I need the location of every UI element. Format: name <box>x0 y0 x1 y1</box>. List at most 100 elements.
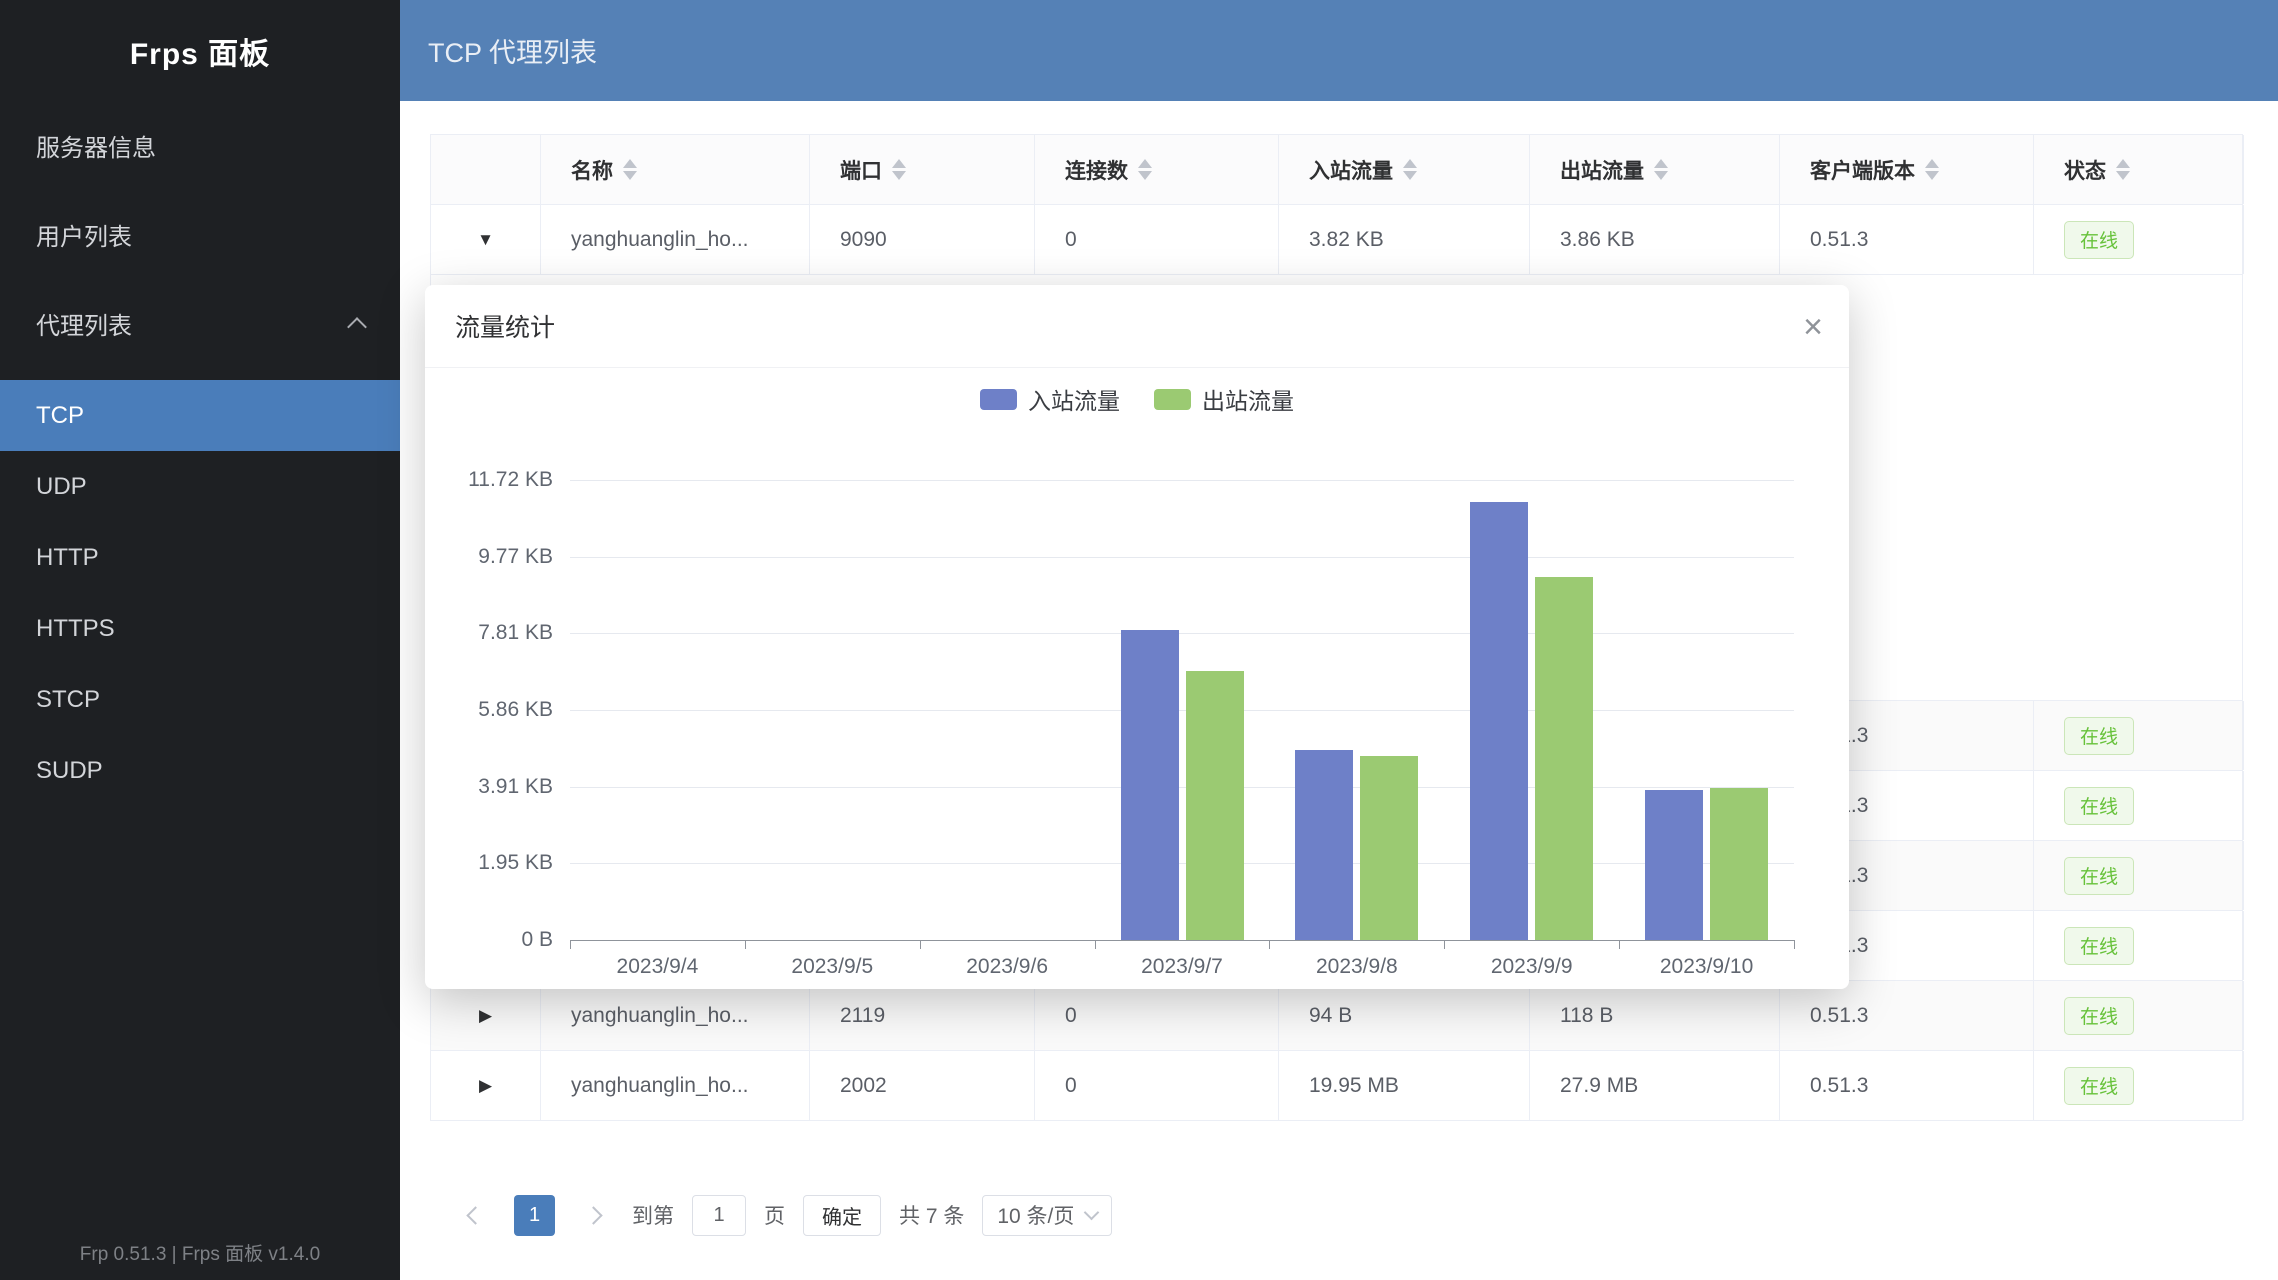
submenu-label: STCP <box>36 686 100 714</box>
cell-connections: 0 <box>1035 981 1279 1050</box>
sort-icon[interactable] <box>1403 159 1417 180</box>
chevron-left-icon <box>466 1206 484 1224</box>
chart-gridline <box>570 557 1794 558</box>
page-unit-label: 页 <box>764 1200 785 1230</box>
column-header-2[interactable]: 连接数 <box>1035 135 1279 204</box>
sidebar-item-tcp[interactable]: TCP <box>0 380 400 451</box>
chart-gridline <box>570 480 1794 481</box>
dialog-body: 入站流量 出站流量 0 B1.95 KB3.91 KB5.86 KB7.81 K… <box>425 368 1849 989</box>
expand-row-button[interactable]: ▶ <box>431 1051 541 1120</box>
sort-icon[interactable] <box>892 159 906 180</box>
status-badge: 在线 <box>2064 857 2134 895</box>
x-axis-tick <box>1794 940 1795 949</box>
cell-status: 在线 <box>2034 911 2244 980</box>
page-size-select[interactable]: 10 条/页 <box>982 1195 1112 1236</box>
cell-status: 在线 <box>2034 205 2244 274</box>
table-row: ▶yanghuanglin_ho...2119094 B118 B0.51.3在… <box>431 981 2242 1051</box>
cell-client_version: 0.51.3 <box>1780 1051 2034 1120</box>
prev-page-button[interactable] <box>455 1195 496 1236</box>
chevron-down-icon <box>1084 1205 1100 1221</box>
sidebar-item-label: 服务器信息 <box>36 128 156 163</box>
collapse-row-button[interactable]: ▼ <box>431 205 541 274</box>
sidebar-item-https[interactable]: HTTPS <box>0 593 400 664</box>
topbar: TCP 代理列表 <box>400 0 2278 101</box>
x-axis-tick <box>920 940 921 949</box>
column-header-0[interactable]: 名称 <box>541 135 810 204</box>
dialog-title: 流量统计 <box>455 308 555 344</box>
chart-gridline <box>570 787 1794 788</box>
caret-down-icon <box>623 171 637 180</box>
outbound-bar <box>1360 756 1418 940</box>
sort-icon[interactable] <box>1925 159 1939 180</box>
caret-up-icon <box>623 159 637 168</box>
caret-up-icon <box>1138 159 1152 168</box>
status-badge: 在线 <box>2064 997 2134 1035</box>
status-badge: 在线 <box>2064 927 2134 965</box>
sidebar-item-http[interactable]: HTTP <box>0 522 400 593</box>
outbound-bar <box>1535 577 1593 940</box>
caret-down-icon <box>1403 171 1417 180</box>
sort-icon[interactable] <box>1654 159 1668 180</box>
cell-client_version: 0.51.3 <box>1780 205 2034 274</box>
next-page-button[interactable] <box>573 1195 614 1236</box>
sidebar-item-proxy-list[interactable]: 代理列表 <box>0 279 400 368</box>
pagination: 1 到第 页 确定 共 7 条 10 条/页 <box>455 1185 1112 1245</box>
x-axis-tick-label: 2023/9/9 <box>1444 953 1619 981</box>
column-header-1[interactable]: 端口 <box>810 135 1035 204</box>
sort-icon[interactable] <box>623 159 637 180</box>
traffic-bar-chart: 0 B1.95 KB3.91 KB5.86 KB7.81 KB9.77 KB11… <box>425 368 1849 989</box>
inbound-bar <box>1295 750 1353 940</box>
cell-port: 9090 <box>810 205 1035 274</box>
sidebar-item-sudp[interactable]: SUDP <box>0 735 400 806</box>
sidebar-item-udp[interactable]: UDP <box>0 451 400 522</box>
table-row: ▶yanghuanglin_ho...2002019.95 MB27.9 MB0… <box>431 1051 2242 1121</box>
chart-gridline <box>570 633 1794 634</box>
cell-name: yanghuanglin_ho... <box>541 981 810 1050</box>
column-header-5[interactable]: 客户端版本 <box>1780 135 2034 204</box>
x-axis-line <box>570 940 1794 941</box>
submenu-label: TCP <box>36 402 84 430</box>
cell-status: 在线 <box>2034 1051 2244 1120</box>
caret-up-icon <box>1403 159 1417 168</box>
confirm-button[interactable]: 确定 <box>803 1195 881 1236</box>
status-badge: 在线 <box>2064 787 2134 825</box>
sidebar-item-user-list[interactable]: 用户列表 <box>0 190 400 279</box>
cell-name: yanghuanglin_ho... <box>541 205 810 274</box>
sort-icon[interactable] <box>2116 159 2130 180</box>
expand-row-button[interactable]: ▶ <box>431 981 541 1050</box>
inbound-bar <box>1121 630 1179 940</box>
x-axis-tick <box>1619 940 1620 949</box>
y-axis-tick-label: 9.77 KB <box>433 545 553 569</box>
x-axis-tick <box>745 940 746 949</box>
submenu-label: HTTP <box>36 544 99 572</box>
cell-connections: 0 <box>1035 205 1279 274</box>
column-header-4[interactable]: 出站流量 <box>1530 135 1780 204</box>
status-badge: 在线 <box>2064 717 2134 755</box>
version-footer: Frp 0.51.3 | Frps 面板 v1.4.0 <box>0 1239 400 1266</box>
cell-status: 在线 <box>2034 981 2244 1050</box>
dialog-header: 流量统计 × <box>425 285 1849 368</box>
goto-page-input[interactable] <box>692 1195 746 1236</box>
page-number-button[interactable]: 1 <box>514 1195 555 1236</box>
close-icon[interactable]: × <box>1803 285 1823 368</box>
column-header-6[interactable]: 状态 <box>2034 135 2244 204</box>
x-axis-tick-label: 2023/9/4 <box>570 953 745 981</box>
sidebar-item-label: 用户列表 <box>36 217 132 252</box>
inbound-bar <box>1645 790 1703 940</box>
x-axis-tick <box>570 940 571 949</box>
sort-icon[interactable] <box>1138 159 1152 180</box>
goto-label: 到第 <box>632 1200 674 1230</box>
x-axis-tick <box>1095 940 1096 949</box>
column-label: 名称 <box>571 155 613 185</box>
cell-traffic_in: 94 B <box>1279 981 1530 1050</box>
app-title: Frps 面板 <box>0 0 400 101</box>
caret-down-icon <box>1925 171 1939 180</box>
sidebar-item-server-info[interactable]: 服务器信息 <box>0 101 400 190</box>
sidebar-item-stcp[interactable]: STCP <box>0 664 400 735</box>
y-axis-tick-label: 3.91 KB <box>433 775 553 799</box>
column-label: 连接数 <box>1065 155 1128 185</box>
column-header-3[interactable]: 入站流量 <box>1279 135 1530 204</box>
cell-traffic_in: 19.95 MB <box>1279 1051 1530 1120</box>
chevron-right-icon <box>584 1206 602 1224</box>
submenu-label: UDP <box>36 473 87 501</box>
